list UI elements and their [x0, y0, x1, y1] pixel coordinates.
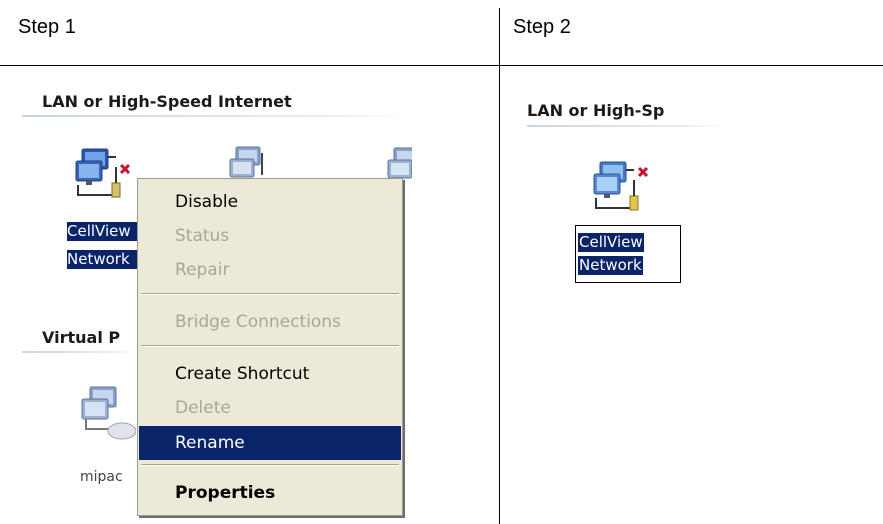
- virtual-group-rule: [22, 351, 137, 353]
- cellview-label-line1[interactable]: CellView: [67, 222, 137, 241]
- step2-header: Step 2: [513, 16, 571, 38]
- mipad-connection-icon[interactable]: [80, 385, 136, 441]
- column-divider: [499, 8, 500, 524]
- menu-item-properties[interactable]: Properties: [139, 478, 401, 508]
- menu-separator: [141, 464, 399, 466]
- rename-text-line1[interactable]: CellView: [578, 233, 644, 252]
- menu-separator: [141, 293, 399, 295]
- lan-group-title: LAN or High-Speed Internet: [42, 92, 292, 111]
- rename-edit-box[interactable]: CellView Network: [575, 225, 681, 283]
- network-connection-icon[interactable]: [72, 145, 130, 205]
- menu-item-repair[interactable]: Repair: [139, 255, 401, 285]
- menu-item-status[interactable]: Status: [139, 221, 401, 251]
- lan-group-rule-step2: [527, 125, 727, 127]
- network-connection-icon-2[interactable]: [228, 145, 268, 181]
- virtual-group-title: Virtual P: [42, 328, 121, 347]
- menu-item-create-shortcut[interactable]: Create Shortcut: [139, 359, 401, 389]
- network-connection-icon-step2[interactable]: [590, 158, 648, 218]
- menu-item-bridge-connections[interactable]: Bridge Connections: [139, 307, 401, 337]
- context-menu: Disable Status Repair Bridge Connections…: [137, 178, 403, 516]
- step1-header: Step 1: [18, 16, 76, 38]
- menu-item-delete[interactable]: Delete: [139, 393, 401, 423]
- lan-group-title-step2: LAN or High-Sp: [527, 101, 665, 120]
- lan-group-rule: [22, 115, 412, 117]
- cellview-label-line2[interactable]: Network: [67, 250, 137, 269]
- menu-item-disable[interactable]: Disable: [139, 187, 401, 217]
- menu-separator: [141, 345, 399, 347]
- rename-text-line2[interactable]: Network: [578, 256, 643, 275]
- mipad-label[interactable]: mipac: [80, 468, 137, 487]
- header-divider: [0, 65, 883, 66]
- menu-item-rename[interactable]: Rename: [139, 426, 401, 460]
